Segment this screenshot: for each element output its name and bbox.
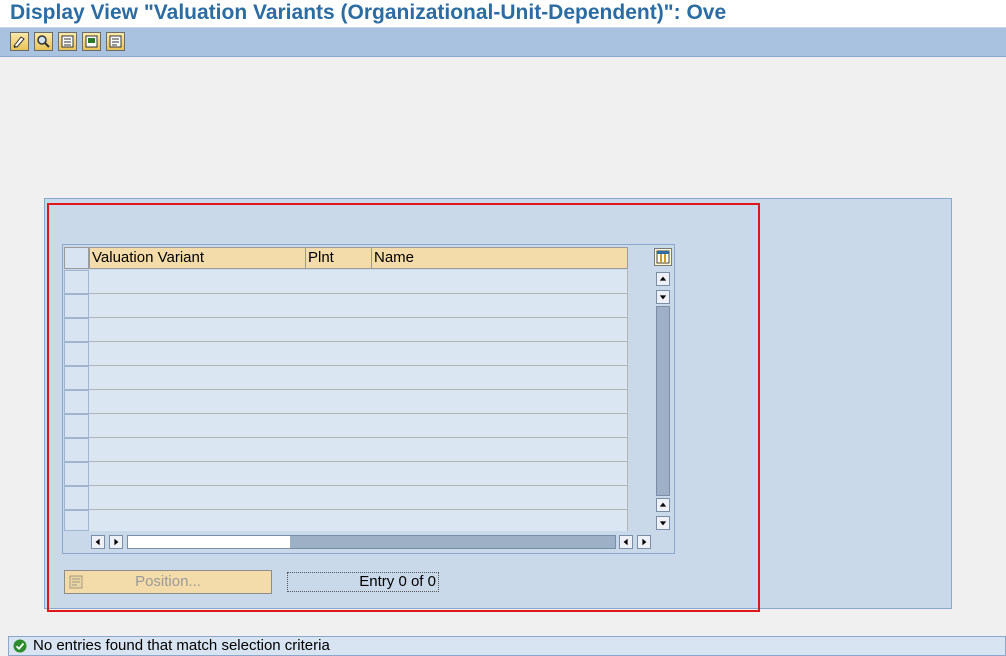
table-cell[interactable] — [89, 462, 306, 486]
table-row — [89, 438, 628, 462]
table-cell[interactable] — [305, 390, 372, 414]
row-selector[interactable] — [64, 270, 89, 294]
row-selector[interactable] — [64, 366, 89, 390]
row-selector[interactable] — [64, 390, 89, 414]
table-cell[interactable] — [89, 510, 306, 531]
table-cell[interactable] — [371, 486, 628, 510]
table-cell[interactable] — [371, 294, 628, 318]
table-row — [89, 294, 628, 318]
table-row — [89, 390, 628, 414]
table-cell[interactable] — [305, 414, 372, 438]
table-cell[interactable] — [371, 366, 628, 390]
display-change-icon[interactable] — [10, 32, 29, 51]
table-cell[interactable] — [371, 270, 628, 294]
row-selector[interactable] — [64, 438, 89, 462]
table-cell[interactable] — [305, 510, 372, 531]
row-selector[interactable] — [64, 294, 89, 318]
table-cell[interactable] — [89, 270, 306, 294]
select-block-icon[interactable] — [82, 32, 101, 51]
table-cell[interactable] — [305, 318, 372, 342]
table-cell[interactable] — [89, 390, 306, 414]
horizontal-scroll-thumb[interactable] — [128, 536, 290, 548]
table-cell[interactable] — [371, 342, 628, 366]
table-cell[interactable] — [89, 318, 306, 342]
row-selector[interactable] — [64, 414, 89, 438]
vertical-scrollbar[interactable] — [656, 306, 670, 496]
scroll-right-icon[interactable] — [109, 535, 123, 549]
page-title: Display View "Valuation Variants (Organi… — [10, 1, 727, 24]
position-button-label: Position... — [135, 573, 201, 590]
scroll-down-icon[interactable] — [656, 516, 670, 530]
scroll-right-end-icon[interactable] — [637, 535, 651, 549]
position-icon — [69, 575, 83, 589]
table-cell[interactable] — [371, 414, 628, 438]
table-cell[interactable] — [371, 438, 628, 462]
table-row — [89, 342, 628, 366]
table-row — [89, 486, 628, 510]
table-row — [89, 318, 628, 342]
column-header-valuation-variant[interactable]: Valuation Variant — [89, 247, 306, 269]
deselect-all-icon[interactable] — [106, 32, 125, 51]
table-cell[interactable] — [89, 414, 306, 438]
scroll-up-icon[interactable] — [656, 272, 670, 286]
title-bar: Display View "Valuation Variants (Organi… — [0, 0, 1006, 28]
select-all-rows-button[interactable] — [64, 247, 89, 269]
table-cell[interactable] — [89, 342, 306, 366]
table-row — [89, 462, 628, 486]
column-header-name[interactable]: Name — [371, 247, 628, 269]
table-cell[interactable] — [371, 390, 628, 414]
table-cell[interactable] — [305, 462, 372, 486]
table-row — [89, 366, 628, 390]
status-message: No entries found that match selection cr… — [33, 637, 330, 654]
table-cell[interactable] — [305, 366, 372, 390]
table-cell[interactable] — [89, 438, 306, 462]
page-up-icon[interactable] — [656, 498, 670, 512]
table-settings-icon[interactable] — [654, 248, 672, 266]
success-check-icon — [13, 639, 27, 653]
horizontal-scrollbar[interactable] — [127, 535, 616, 549]
table-cell[interactable] — [89, 486, 306, 510]
table-cell[interactable] — [305, 294, 372, 318]
table-cell[interactable] — [371, 318, 628, 342]
page-down-icon[interactable] — [656, 290, 670, 304]
position-button[interactable]: Position... — [64, 570, 272, 594]
table-cell[interactable] — [89, 366, 306, 390]
find-icon[interactable] — [34, 32, 53, 51]
table-cell[interactable] — [305, 438, 372, 462]
status-bar: No entries found that match selection cr… — [8, 636, 1006, 656]
scroll-left-end-icon[interactable] — [619, 535, 633, 549]
table-cell[interactable] — [89, 294, 306, 318]
application-toolbar — [0, 28, 1006, 57]
table-cell[interactable] — [371, 510, 628, 531]
row-selector[interactable] — [64, 486, 89, 510]
table-cell[interactable] — [305, 342, 372, 366]
table-row — [89, 414, 628, 438]
table-cell[interactable] — [305, 270, 372, 294]
entry-counter: Entry 0 of 0 — [287, 572, 439, 592]
table-row — [89, 270, 628, 294]
column-header-plnt[interactable]: Plnt — [305, 247, 372, 269]
table-cell[interactable] — [371, 462, 628, 486]
table-cell[interactable] — [305, 486, 372, 510]
scroll-left-icon[interactable] — [91, 535, 105, 549]
row-selector[interactable] — [64, 510, 89, 531]
select-all-icon[interactable] — [58, 32, 77, 51]
row-selector[interactable] — [64, 318, 89, 342]
row-selector[interactable] — [64, 342, 89, 366]
table-row — [89, 510, 628, 531]
row-selector[interactable] — [64, 462, 89, 486]
